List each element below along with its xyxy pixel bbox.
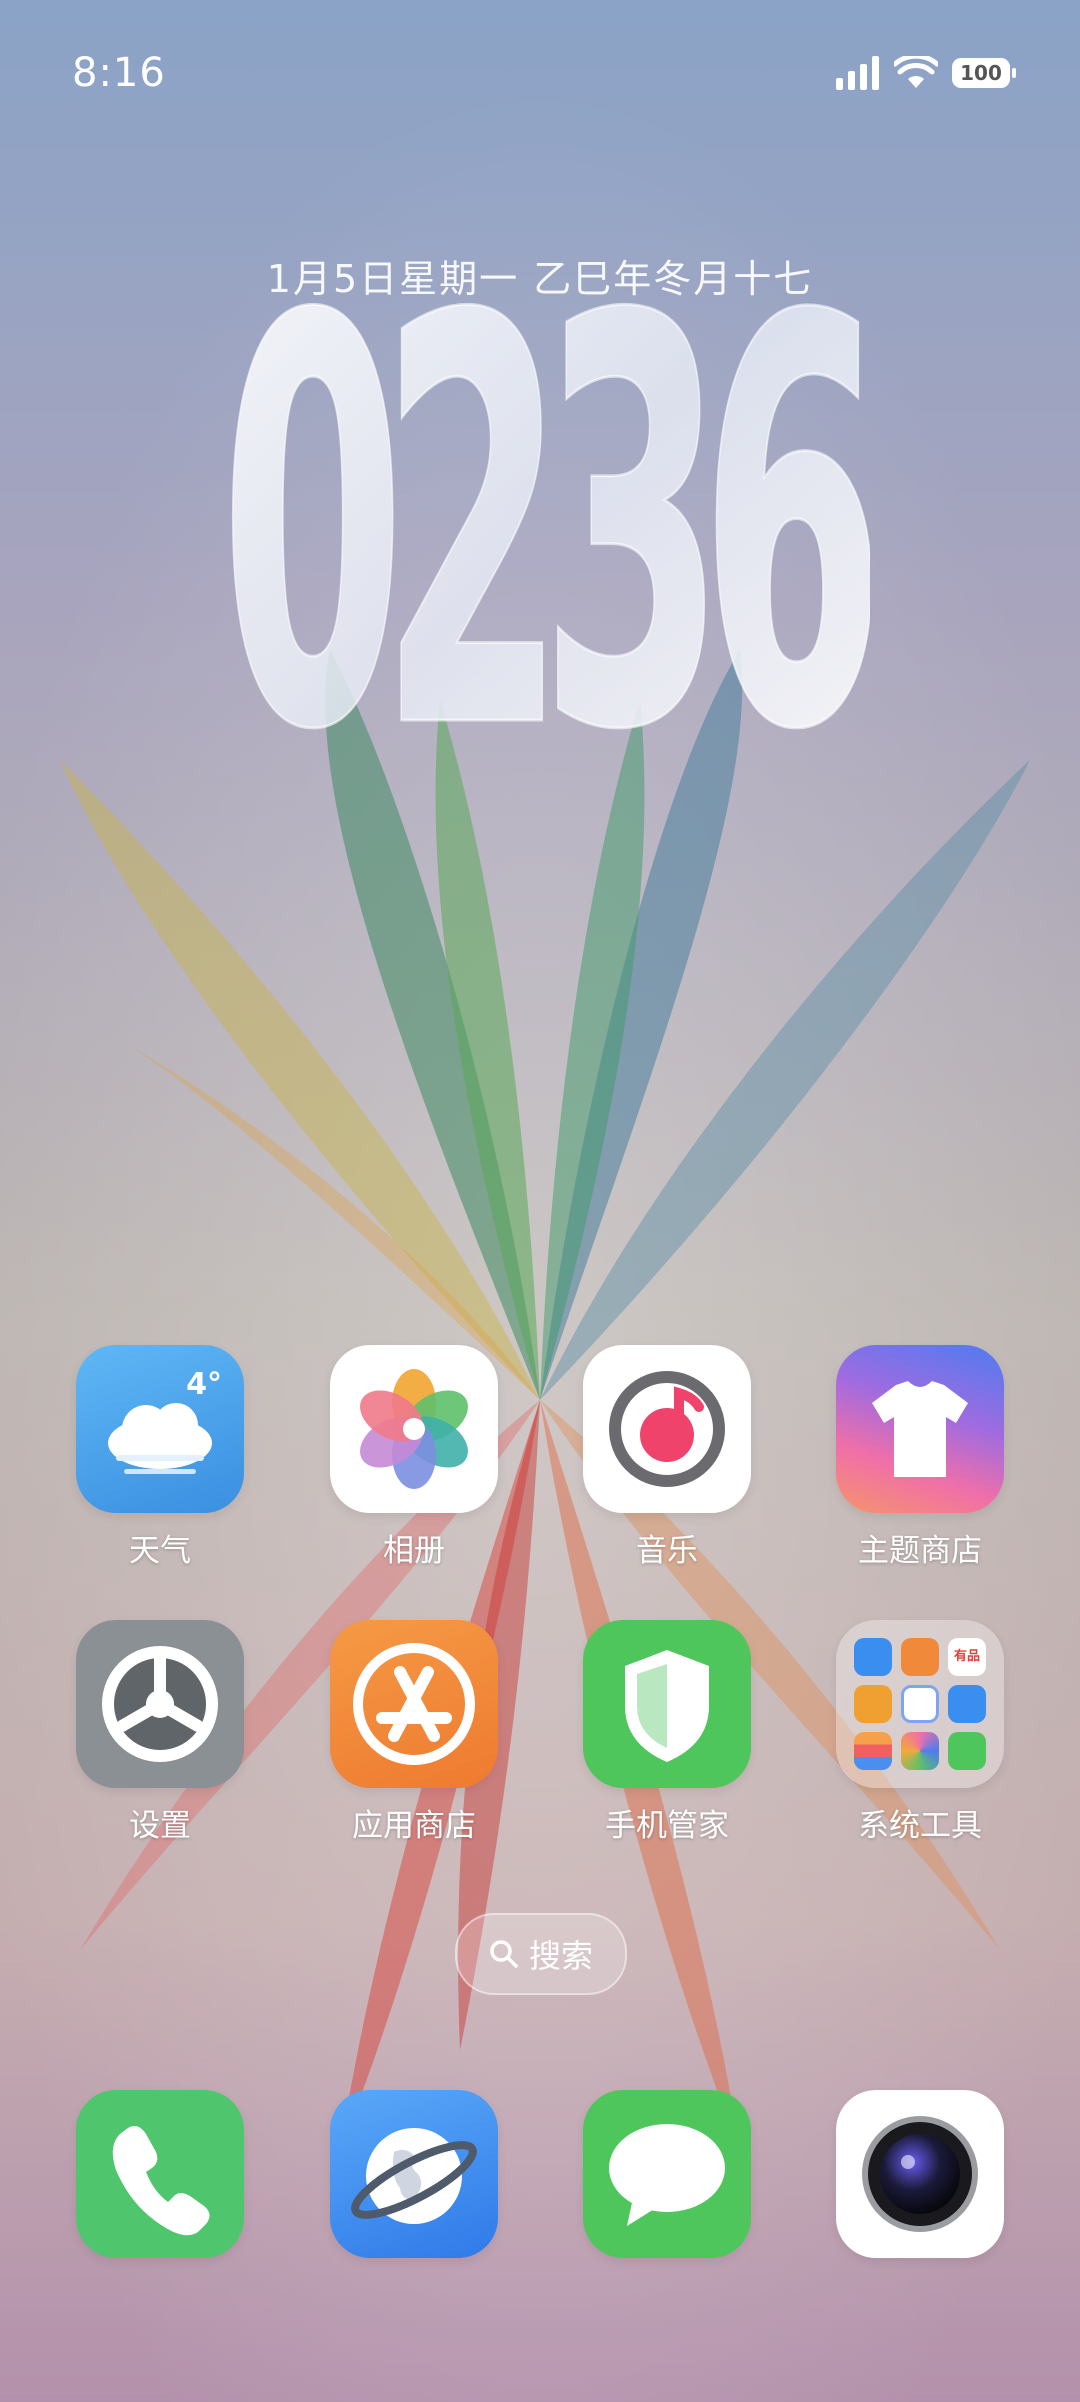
app-label: 音乐 [636, 1533, 698, 1569]
mini-app-icon [948, 1685, 986, 1723]
dock-phone[interactable] [75, 2090, 245, 2258]
app-label: 设置 [129, 1808, 191, 1844]
folder-system-tools[interactable]: 有品 系统工具 [835, 1620, 1005, 1845]
app-label: 手机管家 [605, 1808, 729, 1844]
search-button[interactable]: 搜索 [455, 1913, 627, 1995]
gallery-icon [330, 1345, 498, 1513]
status-time: 8:16 [72, 50, 166, 96]
app-app-store[interactable]: 应用商店 [329, 1620, 499, 1845]
weather-icon: 4° [76, 1345, 244, 1513]
app-store-icon [330, 1620, 498, 1788]
app-label: 系统工具 [858, 1808, 982, 1844]
app-label: 天气 [129, 1533, 191, 1569]
mini-app-icon [948, 1732, 986, 1770]
dock-browser[interactable] [329, 2090, 499, 2258]
browser-icon [330, 2090, 498, 2258]
app-theme-store[interactable]: 主题商店 [835, 1345, 1005, 1570]
youpin-mini-icon: 有品 [948, 1638, 986, 1676]
mini-app-icon [854, 1685, 892, 1723]
weather-temp: 4° [186, 1367, 222, 1402]
app-label: 主题商店 [858, 1533, 982, 1569]
mini-app-icon [854, 1732, 892, 1770]
settings-icon [76, 1620, 244, 1788]
app-weather[interactable]: 4° 天气 [75, 1345, 245, 1570]
theme-store-icon [836, 1345, 1004, 1513]
app-music[interactable]: 音乐 [582, 1345, 752, 1570]
app-settings[interactable]: 设置 [75, 1620, 245, 1845]
messages-icon [583, 2090, 751, 2258]
mini-app-icon [854, 1638, 892, 1676]
mini-app-icon [901, 1732, 939, 1770]
battery-icon: 100 [952, 58, 1016, 88]
signal-icon [836, 56, 879, 90]
camera-icon [836, 2090, 1004, 2258]
status-bar: 8:16 100 [0, 0, 1080, 150]
search-label: 搜索 [528, 1937, 593, 1975]
folder-grid: 有品 [854, 1638, 986, 1770]
status-icons: 100 [836, 56, 1016, 90]
music-icon [583, 1345, 751, 1513]
wifi-icon [894, 56, 938, 88]
dock-messages[interactable] [582, 2090, 752, 2258]
phone-manager-icon [583, 1620, 751, 1788]
search-icon [490, 1940, 518, 1968]
mini-app-icon [901, 1638, 939, 1676]
home-screen: 8:16 100 1月5日星期一 乙巳年冬月十七 0236 4° 天气 相册 音… [0, 0, 1080, 2402]
app-label: 应用商店 [352, 1808, 476, 1844]
app-label: 相册 [383, 1533, 445, 1569]
system-tools-folder-icon: 有品 [836, 1620, 1004, 1788]
app-phone-manager[interactable]: 手机管家 [582, 1620, 752, 1845]
dock-camera[interactable] [835, 2090, 1005, 2258]
mini-app-icon [901, 1685, 939, 1723]
app-gallery[interactable]: 相册 [329, 1345, 499, 1570]
clock-digits: 0236 [220, 290, 870, 730]
big-clock[interactable]: 0236 [210, 290, 871, 730]
phone-icon [76, 2090, 244, 2258]
